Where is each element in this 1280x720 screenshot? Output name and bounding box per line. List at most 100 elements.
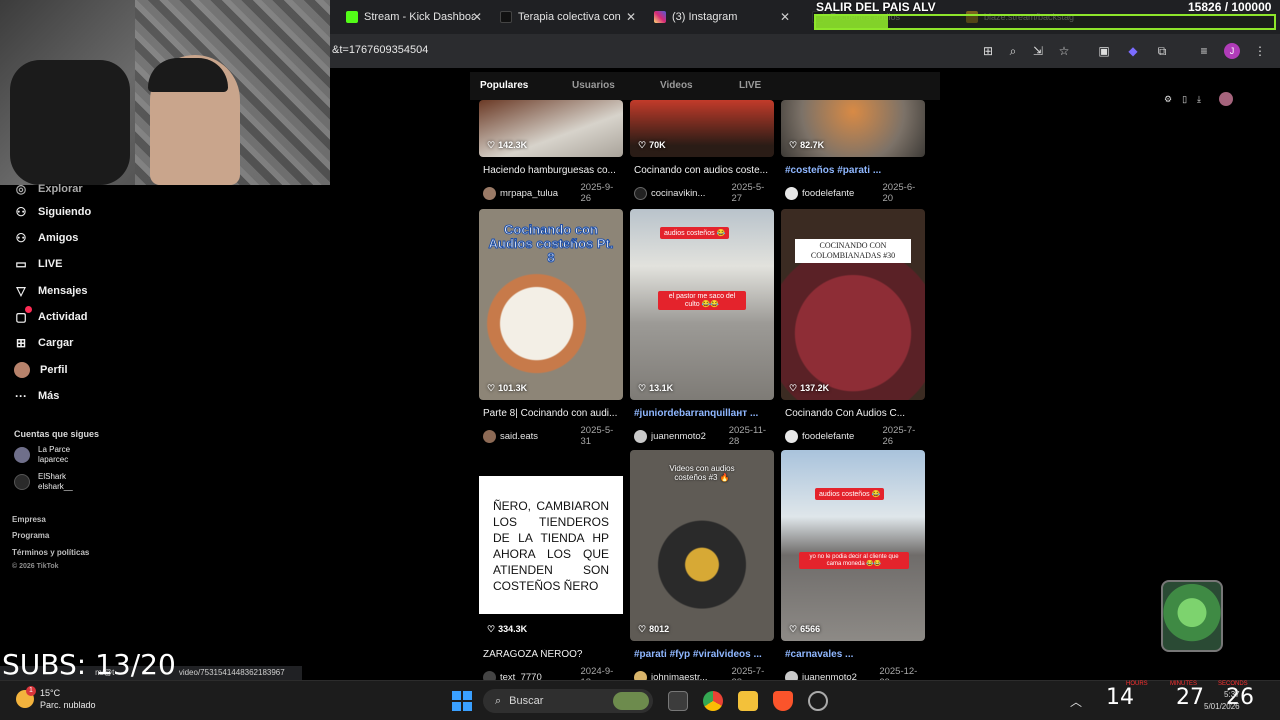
following-item[interactable]: ElShark elshark__ bbox=[14, 472, 73, 492]
video-username[interactable]: juanenmoto2 bbox=[651, 431, 725, 442]
sidebar-item-actividad[interactable]: ▢ Actividad bbox=[14, 306, 88, 327]
video-card[interactable]: ♡ 82.7K #costeños #parati ... foodelefant… bbox=[781, 100, 925, 204]
tab-videos[interactable]: Videos bbox=[660, 80, 693, 91]
video-caption[interactable]: Cocinando Con Audios C... bbox=[785, 408, 925, 419]
extension-icon[interactable]: ◆ bbox=[1125, 43, 1141, 59]
avatar bbox=[14, 447, 30, 463]
windows-start-icon[interactable] bbox=[452, 691, 472, 711]
video-card[interactable]: audios costeños 😂 yo no le podia decir a… bbox=[781, 450, 925, 688]
taskbar-search[interactable]: ⌕ Buscar bbox=[483, 689, 653, 713]
video-caption[interactable]: #carnavales ... bbox=[785, 649, 925, 660]
avatar bbox=[483, 186, 496, 200]
translate-icon[interactable]: ⊞ bbox=[980, 43, 996, 59]
video-thumbnail[interactable]: COCINANDO CON COLOMBIANADAS #30 ♡ 137.2K bbox=[781, 209, 925, 400]
video-card[interactable]: ♡ 70K Cocinando con audios coste... cocin… bbox=[630, 100, 774, 204]
profile-avatar-icon[interactable]: J bbox=[1224, 43, 1240, 59]
video-card[interactable]: ♡ 142.3K Haciendo hamburguesas co... mrpa… bbox=[479, 100, 623, 204]
video-caption[interactable]: Haciendo hamburguesas co... bbox=[483, 165, 623, 176]
video-caption[interactable]: #parati #fyp #viralvideos ... bbox=[634, 649, 774, 660]
file-explorer-icon[interactable] bbox=[738, 691, 758, 711]
video-thumbnail[interactable]: audios costeños 😂 el pastor me saco del … bbox=[630, 209, 774, 400]
puzzle-icon[interactable]: ⧉ bbox=[1154, 43, 1170, 59]
sidebar-item-live[interactable]: ▭ LIVE bbox=[14, 254, 62, 274]
bookmark-star-icon[interactable]: ☆ bbox=[1056, 43, 1072, 59]
sidebar-item-siguiendo[interactable]: ⚇ Siguiendo bbox=[14, 202, 92, 222]
inbox-icon: ▢ bbox=[14, 306, 32, 324]
install-icon[interactable]: ⇲ bbox=[1030, 43, 1046, 59]
tab-live[interactable]: LIVE bbox=[739, 80, 761, 91]
media-icon[interactable]: ≡ bbox=[1196, 43, 1212, 59]
tab-populares[interactable]: Populares bbox=[480, 80, 528, 91]
screen: Stream - Kick Dashboa ✕ Terapia colectiv… bbox=[0, 0, 1280, 720]
close-icon[interactable]: ✕ bbox=[626, 10, 636, 24]
video-username[interactable]: said.eats bbox=[500, 431, 577, 442]
footer-link[interactable]: Empresa bbox=[12, 515, 46, 524]
video-username[interactable]: cocinavikin... bbox=[651, 188, 728, 199]
video-card[interactable]: COCINANDO CON COLOMBIANADAS #30 ♡ 137.2K … bbox=[781, 209, 925, 447]
avatar[interactable] bbox=[1219, 92, 1234, 106]
chevron-up-icon[interactable]: ︿ bbox=[1070, 693, 1082, 710]
obs-icon[interactable] bbox=[808, 691, 828, 711]
video-thumbnail[interactable]: Videos con audios costeños #3 🔥 ♡ 8012 bbox=[630, 450, 774, 641]
avatar bbox=[483, 429, 496, 443]
thumbnail-label: audios costeños 😂 bbox=[660, 227, 730, 239]
thumbnail-title: Cocinando con Audios costeños Pt. 8 bbox=[488, 222, 614, 265]
video-caption[interactable]: Parte 8| Cocinando con audi... bbox=[483, 408, 623, 419]
screen-icon[interactable]: ▣ bbox=[1096, 43, 1112, 59]
phone-icon[interactable]: ▯ bbox=[1182, 94, 1187, 105]
footer-link[interactable]: Términos y políticas bbox=[12, 548, 89, 557]
zoom-icon[interactable]: ⌕ bbox=[1005, 43, 1021, 59]
weather-widget[interactable]: 1 15°C Parc. nublado bbox=[16, 686, 96, 711]
chrome-icon[interactable] bbox=[703, 691, 723, 711]
video-thumbnail[interactable]: Cocinando con Audios costeños Pt. 8 ♡ 101… bbox=[479, 209, 623, 400]
upload-icon: ⊞ bbox=[15, 336, 27, 350]
video-caption[interactable]: #juniordebarranquillaʜᴛ ... bbox=[634, 408, 774, 419]
video-caption[interactable]: Cocinando con audios coste... bbox=[634, 165, 774, 176]
task-view-icon[interactable] bbox=[668, 691, 688, 711]
settings-icon[interactable]: ⚙ bbox=[1164, 94, 1172, 105]
sidebar-item-cargar[interactable]: ⊞ Cargar bbox=[14, 333, 74, 353]
sidebar-item-mensajes[interactable]: ▽ Mensajes bbox=[14, 281, 87, 301]
close-icon[interactable]: ✕ bbox=[472, 10, 482, 24]
notification-dot bbox=[25, 306, 32, 313]
brave-icon[interactable] bbox=[773, 691, 793, 711]
video-card[interactable]: Videos con audios costeños #3 🔥 ♡ 8012 #p… bbox=[630, 450, 774, 688]
thumbnail-label: el pastor me saco del culto 😂😂 bbox=[658, 291, 746, 310]
video-caption[interactable]: #costeños #parati ... bbox=[785, 165, 925, 176]
close-icon[interactable]: ✕ bbox=[780, 10, 790, 24]
heart-icon: ♡ bbox=[638, 140, 647, 150]
sidebar-item-perfil[interactable]: Perfil bbox=[14, 360, 68, 380]
thumbnail-label: yo no le podia decir al cliente que cama… bbox=[799, 552, 909, 569]
video-username[interactable]: foodelefante bbox=[802, 431, 879, 442]
video-thumbnail[interactable]: ÑERO, CAMBIARON LOS TIENDEROS DE LA TIEN… bbox=[479, 450, 623, 641]
sidebar-item-amigos[interactable]: ⚇ Amigos bbox=[14, 228, 79, 248]
video-card[interactable]: ÑERO, CAMBIARON LOS TIENDEROS DE LA TIEN… bbox=[479, 450, 623, 688]
tab-instagram[interactable]: (3) Instagram ✕ bbox=[644, 6, 794, 28]
tab-terapia[interactable]: Terapia colectiva con ✕ bbox=[490, 6, 640, 28]
menu-icon[interactable]: ⋮ bbox=[1252, 43, 1268, 59]
video-card[interactable]: Cocinando con Audios costeños Pt. 8 ♡ 101… bbox=[479, 209, 623, 447]
download-icon[interactable]: ⤓ bbox=[1197, 94, 1201, 105]
video-thumbnail[interactable]: ♡ 82.7K bbox=[781, 100, 925, 157]
video-username[interactable]: foodelefante bbox=[802, 188, 879, 199]
compass-icon: ◎ bbox=[15, 182, 27, 196]
system-clock[interactable]: 5:37 5/01/2026 bbox=[1204, 689, 1240, 713]
tab-usuarios[interactable]: Usuarios bbox=[572, 80, 615, 91]
sidebar-item-explorar[interactable]: ◎ Explorar bbox=[14, 179, 83, 199]
heart-icon: ♡ bbox=[789, 140, 798, 150]
following-title: Cuentas que sigues bbox=[14, 429, 100, 439]
url-text[interactable]: &t=1767609354504 bbox=[332, 44, 428, 56]
footer-link[interactable]: Programa bbox=[12, 531, 49, 540]
sidebar-item-mas[interactable]: ··· Más bbox=[14, 386, 59, 406]
video-caption[interactable]: ZARAGOZA ÑEROO? bbox=[483, 649, 623, 660]
video-card[interactable]: audios costeños 😂 el pastor me saco del … bbox=[630, 209, 774, 447]
thumbnail-title: COCINANDO CON COLOMBIANADAS #30 bbox=[795, 239, 911, 263]
video-username[interactable]: mrpapa_tulua bbox=[500, 188, 577, 199]
send-icon: ▽ bbox=[16, 284, 26, 298]
video-thumbnail[interactable]: audios costeños 😂 yo no le podia decir a… bbox=[781, 450, 925, 641]
user-follow-icon: ⚇ bbox=[15, 205, 27, 219]
video-thumbnail[interactable]: ♡ 70K bbox=[630, 100, 774, 157]
tab-kick-dashboard[interactable]: Stream - Kick Dashboa ✕ bbox=[336, 6, 486, 28]
video-thumbnail[interactable]: ♡ 142.3K bbox=[479, 100, 623, 157]
following-item[interactable]: La Parce laparcec bbox=[14, 445, 70, 465]
